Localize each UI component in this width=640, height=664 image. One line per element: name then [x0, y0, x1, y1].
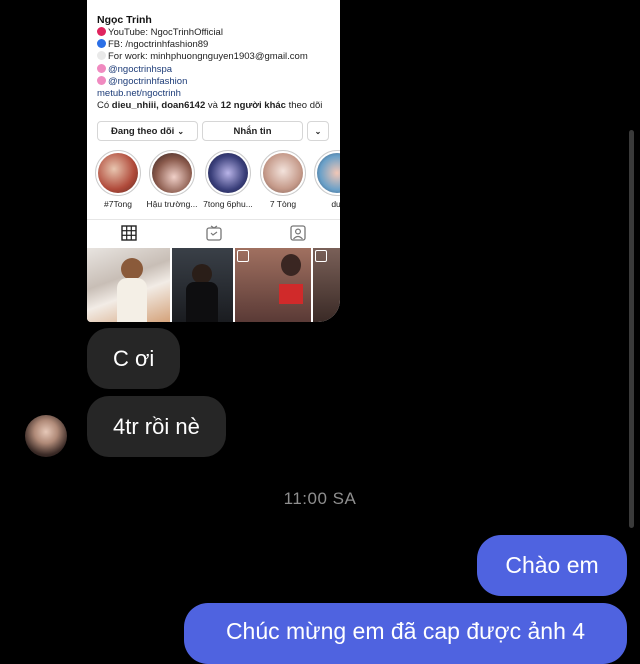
mention-link[interactable]: @ngoctrinhfashion [108, 76, 187, 87]
profile-name: Ngọc Trinh [97, 14, 152, 26]
multi-photo-icon [315, 250, 327, 262]
story-highlight[interactable]: 7 Tòng [255, 150, 311, 209]
bio-line: @ngoctrinhfashion [97, 75, 337, 88]
message-text: 4tr rồi nè [113, 413, 200, 439]
highlight-cover [263, 153, 303, 193]
post-thumbnail[interactable] [87, 248, 170, 322]
photo-subject [281, 254, 301, 276]
website-link[interactable]: metub.net/ngoctrinh [97, 88, 337, 100]
message-bubble-outgoing[interactable]: Chào em [477, 535, 627, 596]
story-highlight[interactable]: dul [309, 150, 340, 209]
highlight-label: dul [331, 199, 340, 209]
flower-icon [97, 75, 106, 85]
shared-profile-card[interactable]: Ngọc Trinh YouTube: NgocTrinhOfficial FB… [87, 0, 340, 322]
highlight-cover [208, 153, 248, 193]
post-thumbnail[interactable] [235, 248, 311, 322]
highlight-label: 7tong 6phu... [203, 199, 253, 209]
highlight-cover [98, 153, 138, 193]
story-highlight[interactable]: #7Tong [90, 150, 146, 209]
story-highlight[interactable]: Hậu trường... [144, 150, 200, 209]
message-bubble-outgoing[interactable]: Chúc mừng em đã cap được ảnh 4 [184, 603, 627, 664]
message-text: C ơi [113, 345, 155, 371]
message-text: Chào em [505, 552, 599, 578]
followed-by-text: Có dieu_nhiii, doan6142 và 12 người khác… [97, 100, 323, 112]
message-bubble-incoming[interactable]: C ơi [87, 328, 181, 389]
highlight-label: 7 Tòng [269, 199, 297, 209]
flower-icon [97, 63, 106, 73]
avatar[interactable] [25, 415, 67, 457]
highlight-label: Hậu trường... [146, 199, 198, 209]
tagged-icon[interactable] [289, 224, 307, 242]
post-thumbnail[interactable] [313, 248, 340, 322]
highlight-cover [152, 153, 192, 193]
bio-line: YouTube: NgocTrinhOfficial [97, 27, 337, 39]
bio-line: FB: /ngoctrinhfashion89 [97, 39, 337, 51]
red-circle-icon [97, 27, 106, 36]
story-highlight[interactable]: 7tong 6phu... [200, 150, 256, 209]
scrollbar[interactable] [629, 130, 634, 528]
multi-photo-icon [237, 250, 249, 262]
highlight-cover [317, 153, 340, 193]
highlight-label: #7Tong [104, 199, 132, 209]
photo-subject [279, 284, 303, 304]
post-thumbnail[interactable] [172, 248, 233, 322]
profile-tabs [87, 219, 340, 248]
photo-subject [192, 264, 212, 284]
message-timestamp: 11:00 SA [283, 489, 357, 508]
profile-bio: YouTube: NgocTrinhOfficial FB: /ngoctrin… [97, 27, 337, 112]
photo-subject [117, 278, 147, 322]
photo-subject [121, 258, 143, 280]
message-bubble-incoming[interactable]: 4tr rồi nè [87, 396, 226, 457]
photo-subject [186, 282, 218, 322]
white-circle-icon [97, 51, 106, 61]
bio-line: For work: minhphuongnguyen1903@gmail.com [97, 51, 337, 63]
following-button[interactable]: Đang theo dõi ⌄ [97, 121, 198, 141]
chevron-down-icon: ⌄ [314, 126, 322, 136]
message-button[interactable]: Nhắn tin [202, 121, 303, 141]
grid-icon[interactable] [120, 224, 138, 242]
bio-line: @ngoctrinhspa [97, 63, 337, 76]
igtv-icon[interactable] [205, 224, 223, 242]
message-text: Chúc mừng em đã cap được ảnh 4 [225, 618, 586, 644]
mention-link[interactable]: @ngoctrinhspa [108, 64, 172, 75]
blue-circle-icon [97, 39, 106, 49]
suggested-dropdown-button[interactable]: ⌄ [307, 121, 329, 141]
chevron-down-icon: ⌄ [177, 126, 185, 136]
